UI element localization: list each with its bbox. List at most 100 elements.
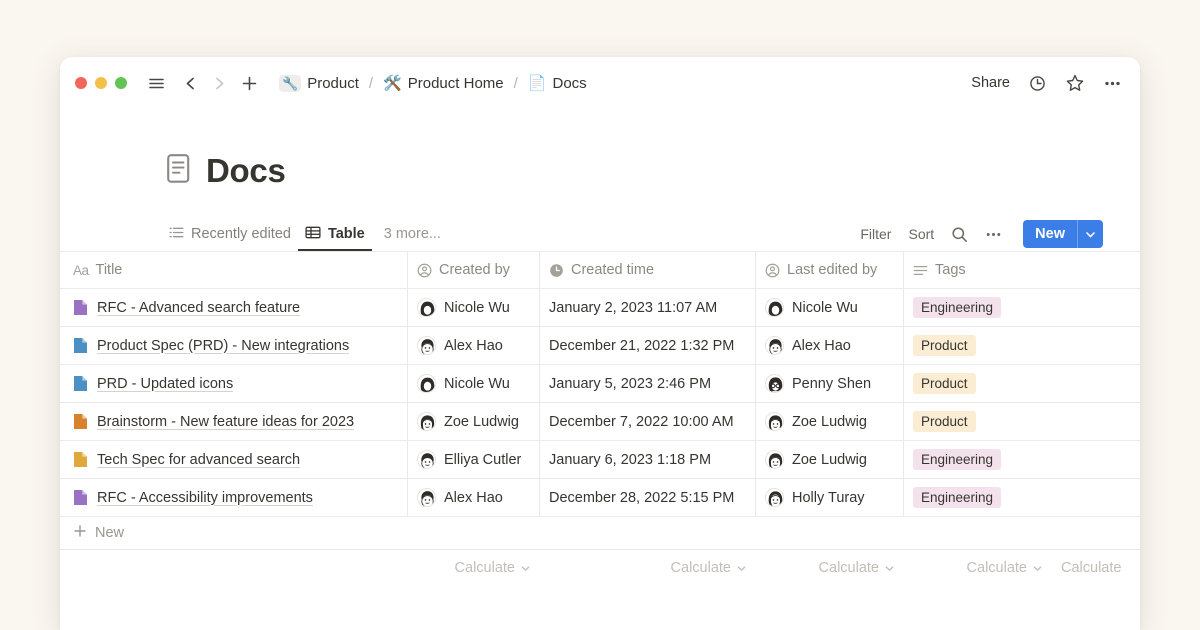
calculate-label: Calculate — [819, 560, 879, 576]
chevron-right-icon[interactable] — [211, 75, 228, 92]
status-badge[interactable]: Product — [913, 335, 976, 356]
cell-last-edited-by[interactable]: Penny Shen — [756, 365, 904, 402]
column-header-created-time[interactable]: Created time — [540, 252, 756, 288]
page-title-link[interactable]: RFC - Accessibility improvements — [97, 490, 313, 506]
new-button[interactable]: New — [1023, 220, 1077, 248]
calculate-button[interactable]: Calculate — [1052, 550, 1140, 586]
cell-title[interactable]: PRD - Updated icons — [60, 365, 408, 402]
ellipsis-icon[interactable] — [985, 226, 1002, 243]
person-icon — [765, 263, 780, 278]
ellipsis-icon[interactable] — [1103, 74, 1122, 93]
breadcrumb-item-product-home[interactable]: 🛠️ Product Home — [379, 73, 508, 94]
view-bar: Recently edited Table 3 more... Filter S… — [60, 217, 1140, 251]
page-title-link[interactable]: Tech Spec for advanced search — [97, 452, 300, 468]
minimize-window-button[interactable] — [95, 77, 107, 89]
wrench-icon: 🔧 — [279, 75, 301, 92]
column-header-created-by[interactable]: Created by — [408, 252, 540, 288]
chevron-left-icon[interactable] — [182, 75, 199, 92]
cell-created-time[interactable]: December 7, 2022 10:00 AM — [540, 403, 756, 440]
cell-title[interactable]: Brainstorm - New feature ideas for 2023 — [60, 403, 408, 440]
cell-created-time[interactable]: January 6, 2023 1:18 PM — [540, 441, 756, 478]
search-icon[interactable] — [951, 226, 968, 243]
share-button[interactable]: Share — [971, 75, 1010, 91]
table-icon — [305, 225, 321, 244]
cell-title[interactable]: Tech Spec for advanced search — [60, 441, 408, 478]
calculate-label: Calculate — [967, 560, 1027, 576]
cell-last-edited-by[interactable]: Nicole Wu — [756, 289, 904, 326]
breadcrumb-item-product[interactable]: 🔧 Product — [275, 73, 363, 94]
add-new-row-label: New — [95, 525, 124, 541]
table-row[interactable]: Brainstorm - New feature ideas for 2023 Z… — [60, 402, 1140, 440]
cell-tags[interactable]: Product — [904, 327, 1140, 364]
cell-tags[interactable]: Engineering — [904, 479, 1140, 516]
cell-last-edited-by[interactable]: Zoe Ludwig — [756, 441, 904, 478]
calculate-button[interactable]: Calculate — [540, 550, 756, 586]
page-title-link[interactable]: RFC - Advanced search feature — [97, 300, 300, 316]
cell-last-edited-by[interactable]: Holly Turay — [756, 479, 904, 516]
timestamp: January 5, 2023 2:46 PM — [549, 376, 711, 392]
cell-last-edited-by[interactable]: Zoe Ludwig — [756, 403, 904, 440]
tab-label: Table — [328, 226, 365, 242]
chevron-down-icon — [884, 563, 895, 574]
cell-created-by[interactable]: Alex Hao — [408, 327, 540, 364]
table-footer: CalculateCalculateCalculateCalculateCalc… — [60, 550, 1140, 586]
cell-tags[interactable]: Product — [904, 403, 1140, 440]
close-window-button[interactable] — [75, 77, 87, 89]
status-badge[interactable]: Product — [913, 411, 976, 432]
calculate-button[interactable]: Calculate — [408, 550, 540, 586]
cell-title[interactable]: RFC - Advanced search feature — [60, 289, 408, 326]
hammer-and-wrench-icon: 🛠️ — [383, 76, 402, 91]
calculate-button[interactable]: Calculate — [904, 550, 1052, 586]
cell-title[interactable]: Product Spec (PRD) - New integrations — [60, 327, 408, 364]
cell-created-time[interactable]: January 2, 2023 11:07 AM — [540, 289, 756, 326]
list-icon — [169, 225, 184, 244]
cell-created-by[interactable]: Nicole Wu — [408, 289, 540, 326]
page-title-link[interactable]: Product Spec (PRD) - New integrations — [97, 338, 349, 354]
cell-last-edited-by[interactable]: Alex Hao — [756, 327, 904, 364]
maximize-window-button[interactable] — [115, 77, 127, 89]
column-header-last-edited-by[interactable]: Last edited by — [756, 252, 904, 288]
table-row[interactable]: RFC - Accessibility improvements Alex Hao… — [60, 478, 1140, 516]
cell-created-by[interactable]: Alex Hao — [408, 479, 540, 516]
sort-button[interactable]: Sort — [908, 226, 934, 242]
text-type-icon: Aa — [73, 263, 89, 278]
cell-created-time[interactable]: January 5, 2023 2:46 PM — [540, 365, 756, 402]
page-icon — [73, 413, 88, 430]
tab-table[interactable]: Table — [298, 217, 372, 251]
cell-tags[interactable]: Engineering — [904, 289, 1140, 326]
cell-tags[interactable]: Product — [904, 365, 1140, 402]
chevron-down-icon — [736, 563, 747, 574]
cell-created-time[interactable]: December 21, 2022 1:32 PM — [540, 327, 756, 364]
status-badge[interactable]: Engineering — [913, 297, 1001, 318]
page-title-link[interactable]: PRD - Updated icons — [97, 376, 233, 392]
cell-tags[interactable]: Engineering — [904, 441, 1140, 478]
status-badge[interactable]: Product — [913, 373, 976, 394]
cell-created-time[interactable]: December 28, 2022 5:15 PM — [540, 479, 756, 516]
cell-created-by[interactable]: Zoe Ludwig — [408, 403, 540, 440]
table-row[interactable]: Tech Spec for advanced search Elliya Cutl… — [60, 440, 1140, 478]
breadcrumb-item-docs[interactable]: 📄 Docs — [524, 73, 591, 94]
add-new-row-button[interactable]: New — [60, 516, 1140, 550]
clock-icon[interactable] — [1028, 74, 1047, 93]
cell-created-by[interactable]: Nicole Wu — [408, 365, 540, 402]
chevron-down-icon[interactable] — [1077, 220, 1103, 248]
status-badge[interactable]: Engineering — [913, 487, 1001, 508]
cell-created-by[interactable]: Elliya Cutler — [408, 441, 540, 478]
table-row[interactable]: RFC - Advanced search feature Nicole WuJa… — [60, 288, 1140, 326]
breadcrumb-label: Product Home — [408, 75, 504, 92]
more-views-button[interactable]: 3 more... — [384, 226, 441, 242]
tab-recently-edited[interactable]: Recently edited — [162, 217, 298, 251]
filter-button[interactable]: Filter — [860, 226, 891, 242]
plus-icon[interactable] — [240, 74, 259, 93]
column-header-title[interactable]: Aa Title — [60, 252, 408, 288]
page-title-link[interactable]: Brainstorm - New feature ideas for 2023 — [97, 414, 354, 430]
status-badge[interactable]: Engineering — [913, 449, 1001, 470]
column-header-tags[interactable]: Tags — [904, 252, 1140, 288]
table-row[interactable]: Product Spec (PRD) - New integrations Ale… — [60, 326, 1140, 364]
hamburger-icon[interactable] — [147, 74, 166, 93]
calculate-button[interactable]: Calculate — [756, 550, 904, 586]
cell-title[interactable]: RFC - Accessibility improvements — [60, 479, 408, 516]
tab-label: Recently edited — [191, 226, 291, 242]
table-row[interactable]: PRD - Updated icons Nicole Wu January 5, 2… — [60, 364, 1140, 402]
star-icon[interactable] — [1065, 73, 1085, 93]
